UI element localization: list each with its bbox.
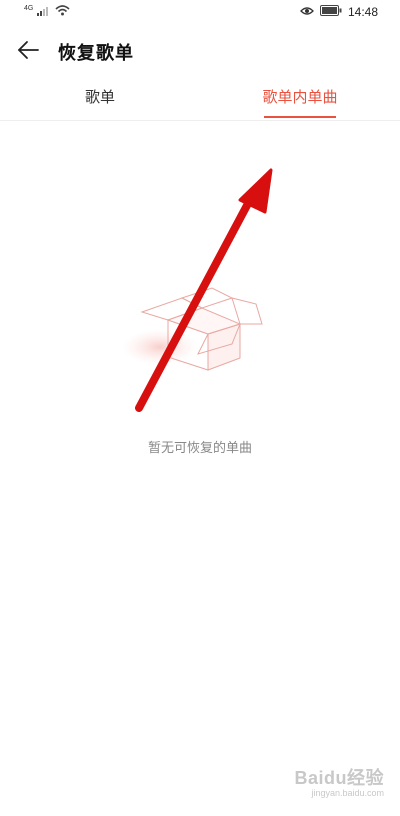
- tab-songs-in-playlists[interactable]: 歌单内单曲: [250, 86, 350, 118]
- empty-state-message: 暂无可恢复的单曲: [147, 441, 252, 456]
- tab-playlists[interactable]: 歌单: [60, 86, 140, 118]
- watermark-main: Baidu经验: [294, 768, 384, 788]
- app-screen: 4G 14:48 恢复歌单 歌单 歌单内单曲 暂无可恢复的单曲 Baidu经验 …: [0, 0, 400, 816]
- network-type-label: 4G: [24, 4, 34, 12]
- watermark-sub: jingyan.baidu.com: [311, 788, 384, 798]
- arrow-left-icon: [16, 40, 40, 64]
- page-title: 恢复歌单: [58, 43, 134, 64]
- status-time: 14:48: [347, 5, 378, 19]
- open-box-icon: [120, 262, 280, 392]
- status-right: 14:48: [300, 5, 378, 19]
- status-bar: 4G 14:48: [0, 0, 400, 26]
- tab-bar: 歌单 歌单内单曲: [0, 78, 400, 121]
- back-button[interactable]: [14, 38, 42, 66]
- baidu-watermark: Baidu经验 jingyan.baidu.com: [264, 764, 384, 804]
- wifi-icon: [55, 5, 70, 19]
- annotation-arrow-icon: [135, 168, 273, 412]
- signal-icon: [37, 5, 51, 19]
- app-header: 恢复歌单: [0, 26, 400, 76]
- battery-icon: [319, 5, 342, 19]
- eye-comfort-icon: [300, 6, 314, 19]
- status-left: 4G: [24, 5, 70, 19]
- active-tab-indicator: [264, 116, 336, 118]
